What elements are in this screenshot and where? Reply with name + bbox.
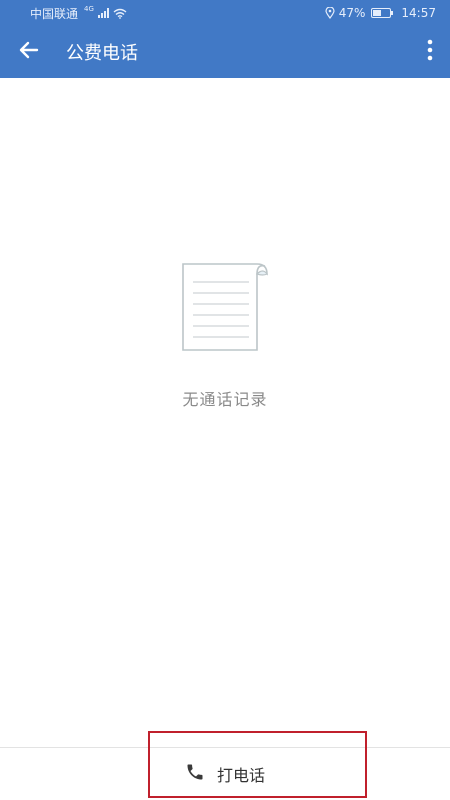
network-type: 4G: [84, 5, 94, 13]
arrow-left-icon: [19, 41, 39, 63]
empty-state: 无通话记录: [0, 262, 450, 410]
screen: 中国联通 4G 47% 14:57 公费电话 无通话记录 打电话: [0, 0, 450, 800]
back-button[interactable]: [0, 26, 58, 78]
status-time: 14:57: [401, 6, 436, 20]
page-title: 公费电话: [66, 43, 138, 64]
more-vertical-icon: [427, 39, 433, 65]
wifi-icon: [113, 8, 127, 19]
status-left: 中国联通 4G: [30, 5, 127, 22]
phone-icon: [185, 762, 205, 786]
battery-fill: [373, 10, 382, 16]
app-bar: 公费电话: [0, 26, 450, 78]
make-call-button[interactable]: 打电话: [0, 748, 450, 800]
signal-icon: [97, 8, 109, 18]
document-icon: [177, 262, 273, 356]
location-icon: [325, 7, 335, 19]
battery-icon: [371, 8, 394, 18]
make-call-label: 打电话: [216, 766, 265, 785]
empty-message: 无通话记录: [182, 390, 268, 409]
status-bar: 中国联通 4G 47% 14:57: [0, 0, 450, 26]
carrier-name: 中国联通: [30, 6, 79, 21]
battery-percent: 47%: [338, 6, 366, 20]
more-options-button[interactable]: [410, 26, 450, 78]
make-call-content: 打电话: [185, 762, 265, 786]
header-area: 中国联通 4G 47% 14:57 公费电话: [0, 0, 450, 78]
status-right: 47% 14:57: [325, 6, 436, 20]
